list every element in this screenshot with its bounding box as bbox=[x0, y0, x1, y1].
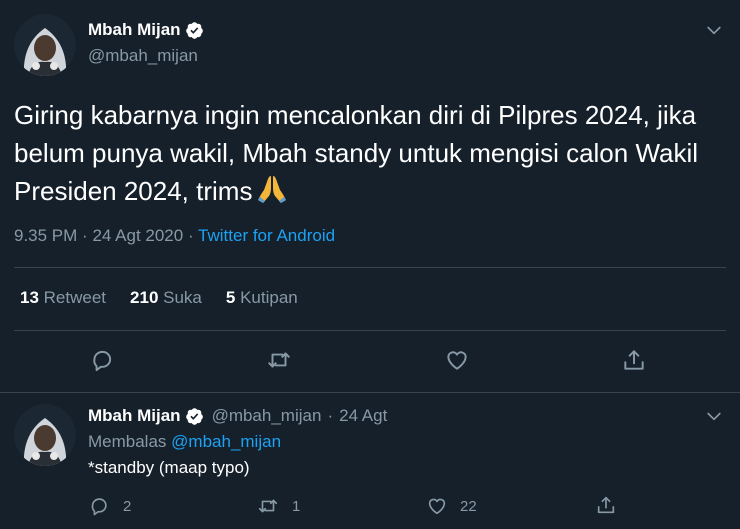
heart-icon[interactable] bbox=[426, 495, 448, 517]
share-icon[interactable] bbox=[621, 347, 647, 373]
verified-badge-icon bbox=[185, 21, 204, 40]
retweet-label: Retweet bbox=[43, 288, 107, 307]
chevron-down-icon[interactable] bbox=[704, 20, 724, 40]
chevron-down-icon[interactable] bbox=[704, 406, 724, 426]
heart-icon[interactable] bbox=[444, 347, 470, 373]
like-count: 210 bbox=[130, 288, 159, 307]
retweet-icon[interactable] bbox=[257, 495, 279, 517]
share-icon[interactable] bbox=[595, 494, 617, 516]
reply-header: Mbah Mijan @mbah_mijan · 24 Agt bbox=[88, 406, 387, 426]
avatar-image bbox=[14, 14, 76, 76]
author-name-row[interactable]: Mbah Mijan bbox=[88, 20, 204, 40]
tweet-meta: 9.35 PM · 24 Agt 2020 · Twitter for Andr… bbox=[14, 226, 335, 246]
tweet-time[interactable]: 9.35 PM bbox=[14, 226, 77, 245]
tweet-stats: 13 Retweet 210 Suka 5 Kutipan bbox=[20, 288, 322, 308]
folded-hands-icon bbox=[256, 174, 288, 204]
avatar-image bbox=[14, 404, 76, 466]
meta-separator: · bbox=[187, 226, 194, 245]
tweet-text-body: Giring kabarnya ingin mencalonkan diri d… bbox=[14, 100, 699, 206]
reply-author-handle[interactable]: @mbah_mijan bbox=[212, 406, 322, 426]
reply-separator: · bbox=[327, 406, 334, 425]
replying-to-handle-link[interactable]: @mbah_mijan bbox=[171, 432, 281, 451]
divider bbox=[14, 267, 726, 268]
replying-prefix: Membalas bbox=[88, 432, 167, 451]
reply-icon[interactable] bbox=[89, 347, 115, 373]
reply-count: 2 bbox=[123, 498, 132, 515]
meta-separator: · bbox=[82, 226, 88, 245]
reply-date[interactable]: 24 Agt bbox=[339, 406, 387, 426]
author-display-name[interactable]: Mbah Mijan bbox=[88, 20, 181, 40]
quote-stat[interactable]: 5 Kutipan bbox=[226, 288, 298, 308]
replying-to: Membalas @mbah_mijan bbox=[88, 432, 281, 452]
quote-count: 5 bbox=[225, 288, 236, 307]
retweet-icon[interactable] bbox=[266, 347, 292, 373]
tweet-text: Giring kabarnya ingin mencalonkan diri d… bbox=[14, 96, 726, 210]
like-count: 22 bbox=[460, 498, 477, 515]
tweet-date[interactable]: 24 Agt 2020 bbox=[92, 226, 183, 245]
like-label: Suka bbox=[163, 288, 202, 307]
like-stat[interactable]: 210 Suka bbox=[130, 288, 202, 308]
author-handle[interactable]: @mbah_mijan bbox=[88, 46, 198, 66]
tweet-source-link[interactable]: Twitter for Android bbox=[198, 226, 335, 245]
retweet-count: 13 bbox=[20, 288, 39, 307]
divider bbox=[14, 330, 726, 331]
author-avatar[interactable] bbox=[14, 14, 76, 76]
reply-icon[interactable] bbox=[88, 495, 110, 517]
divider bbox=[0, 392, 740, 393]
retweet-stat[interactable]: 13 Retweet bbox=[20, 288, 106, 308]
retweet-count: 1 bbox=[292, 498, 301, 515]
reply-author-name[interactable]: Mbah Mijan bbox=[88, 406, 181, 426]
quote-label: Kutipan bbox=[240, 288, 298, 307]
reply-text: *standby (maap typo) bbox=[88, 458, 250, 477]
verified-badge-icon bbox=[185, 407, 204, 426]
reply-author-avatar[interactable] bbox=[14, 404, 76, 466]
